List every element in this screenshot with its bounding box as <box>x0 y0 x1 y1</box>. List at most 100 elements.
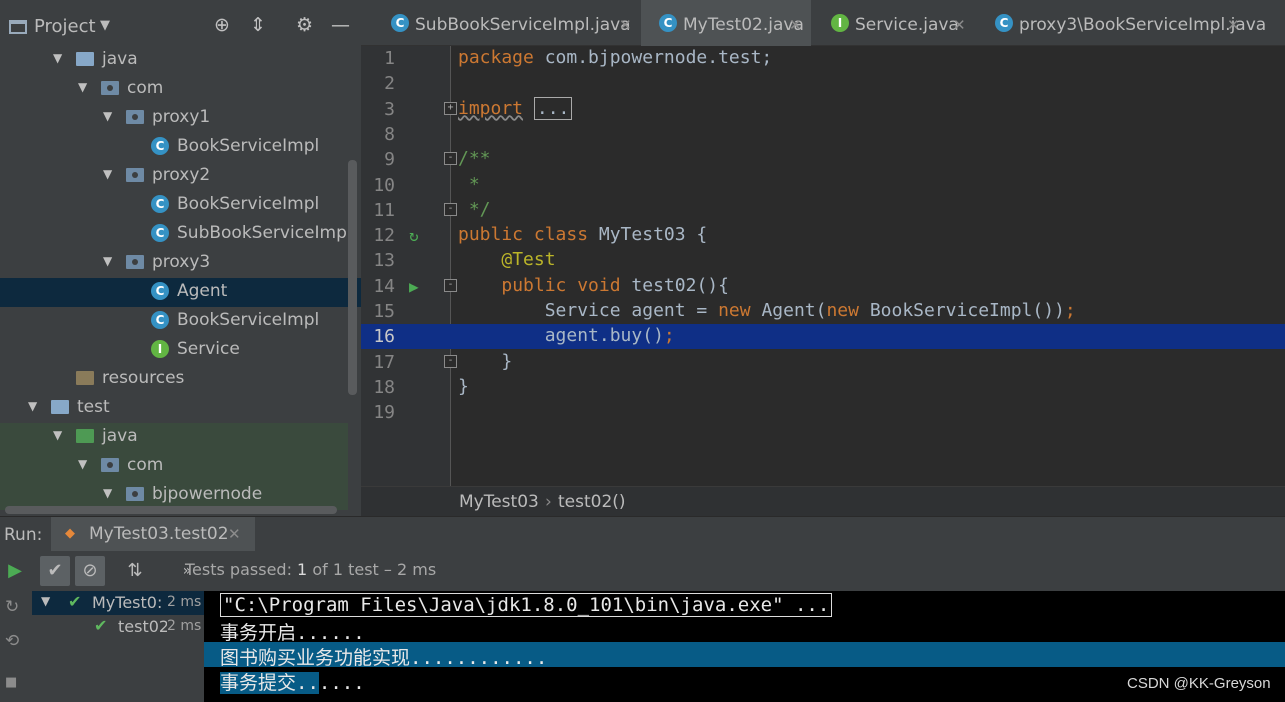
code-line[interactable]: 10 * <box>361 173 1285 198</box>
chevron-down-icon[interactable]: ▼ <box>78 457 87 471</box>
fold-icon[interactable]: - <box>444 202 457 216</box>
line-number: 3 <box>384 98 395 120</box>
class-icon: C <box>151 195 169 213</box>
tree-item[interactable]: C BookServiceImpl <box>0 191 348 220</box>
code-line[interactable]: 12 ↻ public class MyTest03 { <box>361 223 1285 248</box>
tree-item[interactable]: C SubBookServiceImpl <box>0 220 352 249</box>
tree-item[interactable]: ▼ proxy1 <box>0 104 348 133</box>
sort-icon[interactable]: ⇅ <box>120 556 150 586</box>
project-title[interactable]: Project <box>34 16 96 37</box>
editor-tab[interactable]: C MyTest02.java ✕ <box>641 0 811 46</box>
close-icon[interactable]: ✕ <box>953 16 966 34</box>
breadcrumb-class[interactable]: MyTest03 <box>459 492 539 512</box>
code-line[interactable]: 17 - } <box>361 350 1285 375</box>
rerun-icon[interactable]: ▶ <box>0 556 30 586</box>
chevron-down-icon[interactable]: ▼ <box>28 399 37 413</box>
run-test-icon[interactable]: ↻ <box>409 226 419 245</box>
chevron-down-icon[interactable]: ▼ <box>103 109 112 123</box>
tree-item[interactable]: ▼ java <box>0 423 348 452</box>
show-ignored-icon[interactable]: ⊘ <box>75 556 105 586</box>
console-text: 图书购买业务功能实现............ <box>220 647 548 669</box>
code-line[interactable]: 1 package com.bjpowernode.test; <box>361 46 1285 71</box>
editor-tab[interactable]: Cproxy3\BookServiceImpl.java ✕ <box>977 0 1266 46</box>
chevron-down-icon[interactable]: ▼ <box>103 167 112 181</box>
console-output[interactable]: "C:\Program Files\Java\jdk1.8.0_101\bin\… <box>204 591 1285 702</box>
gear-icon[interactable]: ⚙ <box>296 14 313 36</box>
fold-icon[interactable]: + <box>444 101 457 115</box>
run-test-icon[interactable]: ▶ <box>409 277 419 296</box>
close-icon[interactable]: ✕ <box>228 525 241 543</box>
editor-tab[interactable]: I Service.java ✕ <box>813 0 975 46</box>
console-text: 事务提交...... <box>220 668 365 695</box>
tree-item[interactable]: ▼ com <box>0 75 348 104</box>
tree-item-label: bjpowernode <box>152 484 263 504</box>
code-line[interactable]: 16 agent.buy(); <box>361 324 1285 350</box>
tree-item[interactable]: ▼ com <box>0 452 348 481</box>
hide-icon[interactable]: — <box>331 14 350 36</box>
test-node[interactable]: ✔ test02 2 ms <box>32 615 204 639</box>
code-line[interactable]: 19 <box>361 400 1285 425</box>
line-number: 11 <box>373 199 395 221</box>
code-line[interactable]: 3 + import ... <box>361 96 1285 122</box>
code-line[interactable]: 8 <box>361 122 1285 147</box>
tree-item[interactable]: ▼ proxy2 <box>0 162 348 191</box>
tree-item[interactable]: ▼ test <box>0 394 348 423</box>
rerun-failed-icon[interactable]: ↻ <box>5 597 19 617</box>
tree-item[interactable]: resources <box>0 365 348 394</box>
passed-icon: ✔ <box>68 592 82 611</box>
code-editor[interactable]: 1 package com.bjpowernode.test; 2 3 + import … <box>361 46 1285 486</box>
show-passed-icon[interactable]: ✔ <box>40 556 70 586</box>
close-icon[interactable]: ✕ <box>619 16 632 34</box>
line-number: 17 <box>373 351 395 373</box>
console-line: "C:\Program Files\Java\jdk1.8.0_101\bin\… <box>204 592 1285 617</box>
tab-label: SubBookServiceImpl.java <box>415 15 631 35</box>
line-number: 2 <box>384 73 395 95</box>
tree-item[interactable]: C BookServiceImpl <box>0 133 348 162</box>
code-line[interactable]: 18} <box>361 375 1285 400</box>
code-line[interactable]: 11 - */ <box>361 198 1285 223</box>
code-line[interactable]: 9 -/** <box>361 147 1285 172</box>
chevron-down-icon[interactable]: ▼ <box>100 18 110 33</box>
toggle-auto-test-icon[interactable]: ⟲ <box>5 631 19 651</box>
package-icon <box>126 255 144 269</box>
console-line: 事务提交...... <box>204 667 1285 695</box>
editor-tab[interactable]: C SubBookServiceImpl.java ✕ <box>373 0 641 46</box>
code-text: @Test <box>501 249 556 271</box>
run-tab[interactable]: ◆ MyTest03.test02 ✕ <box>51 517 255 552</box>
chevron-down-icon[interactable]: ▼ <box>103 486 112 500</box>
code-line[interactable]: 13 @Test <box>361 248 1285 273</box>
stop-icon[interactable]: ■ <box>5 675 17 690</box>
console-line: 图书购买业务功能实现............ <box>204 642 1285 669</box>
test-node[interactable]: ▼ ✔ MyTest0: 2 ms <box>32 591 204 615</box>
tree-item[interactable]: ▼ java <box>0 46 348 75</box>
fold-icon[interactable]: - <box>444 278 457 292</box>
tree-item[interactable]: I Service <box>0 336 348 365</box>
code-line[interactable]: 14 ▶ - public void test02(){ <box>361 274 1285 299</box>
close-icon[interactable]: ✕ <box>1227 16 1240 34</box>
tree-item[interactable]: ▼ proxy3 <box>0 249 348 278</box>
tab-label: MyTest02.java <box>683 15 804 35</box>
collapse-all-icon[interactable]: ⇕ <box>250 14 266 36</box>
line-number: 19 <box>373 402 395 424</box>
fold-icon[interactable]: - <box>444 354 457 368</box>
run-config-icon: ◆ <box>65 526 75 541</box>
class-icon: C <box>151 137 169 155</box>
chevron-down-icon[interactable]: ▼ <box>41 594 50 608</box>
chevron-down-icon[interactable]: ▼ <box>78 80 87 94</box>
chevron-down-icon[interactable]: ▼ <box>53 428 62 442</box>
code-line[interactable]: 15 Service agent = new Agent(new BookSer… <box>361 299 1285 324</box>
tree-item[interactable]: C Agent <box>0 278 361 307</box>
run-toolbar: ▶ ✔ ⊘ ⇅ » Tests passed: 1 of 1 test – 2 … <box>0 551 1285 591</box>
chevron-down-icon[interactable]: ▼ <box>53 51 62 65</box>
breadcrumb-method[interactable]: test02() <box>558 492 626 512</box>
horizontal-scrollbar[interactable] <box>5 506 337 514</box>
tree-item[interactable]: C BookServiceImpl <box>0 307 348 336</box>
tree-item-label: java <box>102 49 138 69</box>
close-icon[interactable]: ✕ <box>789 16 802 34</box>
chevron-down-icon[interactable]: ▼ <box>103 254 112 268</box>
fold-icon[interactable]: - <box>444 152 457 166</box>
interface-icon: I <box>151 340 169 358</box>
code-line[interactable]: 2 <box>361 71 1285 96</box>
locate-icon[interactable]: ⊕ <box>214 14 230 36</box>
vertical-scrollbar[interactable] <box>348 160 357 395</box>
